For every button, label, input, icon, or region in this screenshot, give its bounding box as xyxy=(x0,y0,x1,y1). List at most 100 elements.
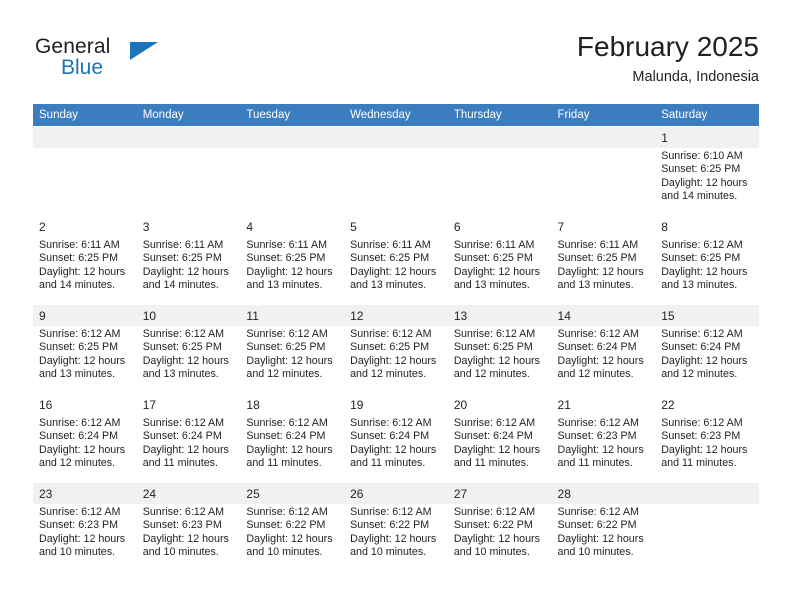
day-sun-info: Sunrise: 6:12 AM Sunset: 6:24 PM Daylight:… xyxy=(137,415,241,471)
calendar-day-cell[interactable]: 5 Sunrise: 6:11 AM Sunset: 6:25 PM Daylight… xyxy=(344,215,448,304)
sunrise-text: Sunrise: 6:11 AM xyxy=(557,239,639,251)
sunrise-text: Sunrise: 6:12 AM xyxy=(39,417,121,429)
daylight-text: Daylight: 12 hours and 13 minutes. xyxy=(350,265,437,292)
day-number: 22 xyxy=(655,394,759,415)
calendar-day-cell[interactable]: 22 Sunrise: 6:12 AM Sunset: 6:23 PM Dayligh… xyxy=(655,393,759,482)
sunset-text: Sunset: 6:25 PM xyxy=(453,252,533,265)
sunrise-text: Sunrise: 6:10 AM xyxy=(661,150,743,162)
day-number: 11 xyxy=(240,305,345,326)
calendar-day-cell[interactable]: 23 Sunrise: 6:12 AM Sunset: 6:23 PM Dayligh… xyxy=(33,482,137,571)
daylight-text: Daylight: 12 hours and 14 minutes. xyxy=(142,265,229,292)
daylight-text: Daylight: 12 hours and 13 minutes. xyxy=(246,265,333,292)
calendar-day-cell[interactable]: 20 Sunrise: 6:12 AM Sunset: 6:24 PM Dayligh… xyxy=(447,393,552,482)
calendar-day-cell[interactable]: 15 Sunrise: 6:12 AM Sunset: 6:24 PM Dayligh… xyxy=(655,304,759,393)
sunset-text: Sunset: 6:25 PM xyxy=(661,252,741,265)
day-sun-info: Sunrise: 6:12 AM Sunset: 6:23 PM Daylight:… xyxy=(33,504,137,560)
day-number: 28 xyxy=(551,483,656,504)
calendar-day-cell[interactable]: 28 Sunrise: 6:12 AM Sunset: 6:22 PM Dayligh… xyxy=(551,482,656,571)
sunrise-text: Sunrise: 6:12 AM xyxy=(350,417,432,429)
sunrise-sunset-calendar: Sunday Monday Tuesday Wednesday Thursday… xyxy=(33,104,759,571)
sunset-text: Sunset: 6:25 PM xyxy=(39,252,119,265)
logo-text-general: General xyxy=(35,35,111,58)
sunrise-text: Sunrise: 6:12 AM xyxy=(246,506,328,518)
calendar-day-cell[interactable]: 9 Sunrise: 6:12 AM Sunset: 6:25 PM Daylight… xyxy=(33,304,137,393)
sunrise-text: Sunrise: 6:12 AM xyxy=(142,417,225,429)
day-number: 4 xyxy=(240,216,345,237)
sunrise-text: Sunrise: 6:12 AM xyxy=(453,506,536,518)
calendar-day-cell[interactable]: 14 Sunrise: 6:12 AM Sunset: 6:24 PM Dayligh… xyxy=(551,304,656,393)
sunrise-text: Sunrise: 6:12 AM xyxy=(246,417,328,429)
day-number: 27 xyxy=(447,483,552,504)
daylight-text: Daylight: 12 hours and 11 minutes. xyxy=(350,443,437,470)
sunset-text: Sunset: 6:24 PM xyxy=(246,430,326,443)
sunset-text: Sunset: 6:24 PM xyxy=(453,430,533,443)
calendar-week-row: 16 Sunrise: 6:12 AM Sunset: 6:24 PM Dayligh… xyxy=(33,393,759,482)
day-sun-info: Sunrise: 6:12 AM Sunset: 6:24 PM Daylight:… xyxy=(552,326,656,382)
calendar-day-cell[interactable]: 2 Sunrise: 6:11 AM Sunset: 6:25 PM Daylight… xyxy=(33,215,137,304)
day-sun-info: Sunrise: 6:12 AM Sunset: 6:25 PM Daylight:… xyxy=(137,326,241,382)
calendar-day-cell[interactable]: 6 Sunrise: 6:11 AM Sunset: 6:25 PM Daylight… xyxy=(447,215,552,304)
daylight-text: Daylight: 12 hours and 12 minutes. xyxy=(661,354,748,381)
sunrise-text: Sunrise: 6:11 AM xyxy=(39,239,120,251)
day-number: 15 xyxy=(655,305,759,326)
weekday-header-saturday: Saturday xyxy=(655,104,759,126)
calendar-day-cell[interactable]: 19 Sunrise: 6:12 AM Sunset: 6:24 PM Dayligh… xyxy=(344,393,448,482)
calendar-day-cell[interactable]: 24 Sunrise: 6:12 AM Sunset: 6:23 PM Dayligh… xyxy=(136,482,241,571)
weekday-header-monday: Monday xyxy=(136,104,241,126)
calendar-week-row: 23 Sunrise: 6:12 AM Sunset: 6:23 PM Dayligh… xyxy=(33,482,759,571)
sunrise-text: Sunrise: 6:12 AM xyxy=(142,328,225,340)
calendar-day-cell[interactable]: 21 Sunrise: 6:12 AM Sunset: 6:23 PM Dayligh… xyxy=(551,393,656,482)
sunrise-text: Sunrise: 6:12 AM xyxy=(661,239,743,251)
title-block: February 2025 Malunda, Indonesia xyxy=(577,30,759,87)
day-sun-info: Sunrise: 6:12 AM Sunset: 6:22 PM Daylight:… xyxy=(344,504,448,560)
sunset-text: Sunset: 6:25 PM xyxy=(142,341,222,354)
calendar-day-cell[interactable]: 18 Sunrise: 6:12 AM Sunset: 6:24 PM Dayligh… xyxy=(240,393,345,482)
calendar-day-cell[interactable]: 25 Sunrise: 6:12 AM Sunset: 6:22 PM Dayligh… xyxy=(240,482,345,571)
daylight-text: Daylight: 12 hours and 13 minutes. xyxy=(557,265,644,292)
calendar-day-cell[interactable]: 17 Sunrise: 6:12 AM Sunset: 6:24 PM Dayligh… xyxy=(136,393,241,482)
sunset-text: Sunset: 6:24 PM xyxy=(661,341,741,354)
calendar-day-cell[interactable]: 7 Sunrise: 6:11 AM Sunset: 6:25 PM Daylight… xyxy=(551,215,656,304)
sunset-text: Sunset: 6:22 PM xyxy=(350,519,430,532)
general-blue-logo[interactable]: General Blue xyxy=(35,36,215,88)
day-number: 25 xyxy=(240,483,345,504)
day-sun-info: Sunrise: 6:11 AM Sunset: 6:25 PM Daylight:… xyxy=(240,237,344,293)
day-sun-info: Sunrise: 6:11 AM Sunset: 6:25 PM Daylight:… xyxy=(33,237,137,293)
day-sun-info: Sunrise: 6:12 AM Sunset: 6:25 PM Daylight:… xyxy=(655,237,759,293)
calendar-day-cell-empty xyxy=(655,482,759,571)
calendar-day-cell[interactable]: 26 Sunrise: 6:12 AM Sunset: 6:22 PM Dayligh… xyxy=(344,482,448,571)
day-sun-info: Sunrise: 6:12 AM Sunset: 6:24 PM Daylight:… xyxy=(344,415,448,471)
sunset-text: Sunset: 6:22 PM xyxy=(557,519,637,532)
sunset-text: Sunset: 6:25 PM xyxy=(557,252,637,265)
day-sun-info: Sunrise: 6:11 AM Sunset: 6:25 PM Daylight:… xyxy=(448,237,552,293)
calendar-day-cell[interactable]: 10 Sunrise: 6:12 AM Sunset: 6:25 PM Dayligh… xyxy=(136,304,241,393)
calendar-day-cell[interactable]: 4 Sunrise: 6:11 AM Sunset: 6:25 PM Daylight… xyxy=(240,215,345,304)
calendar-day-cell[interactable]: 1 Sunrise: 6:10 AM Sunset: 6:25 PM Daylight… xyxy=(655,126,759,215)
daylight-text: Daylight: 12 hours and 10 minutes. xyxy=(453,532,540,559)
day-number: 12 xyxy=(344,305,448,326)
daylight-text: Daylight: 12 hours and 13 minutes. xyxy=(142,354,229,381)
sunrise-text: Sunrise: 6:12 AM xyxy=(39,506,121,518)
calendar-day-cell[interactable]: 16 Sunrise: 6:12 AM Sunset: 6:24 PM Dayligh… xyxy=(33,393,137,482)
calendar-day-cell[interactable]: 11 Sunrise: 6:12 AM Sunset: 6:25 PM Dayligh… xyxy=(240,304,345,393)
day-sun-info: Sunrise: 6:12 AM Sunset: 6:25 PM Daylight:… xyxy=(240,326,344,382)
day-sun-info: Sunrise: 6:11 AM Sunset: 6:25 PM Daylight:… xyxy=(137,237,241,293)
calendar-day-cell[interactable]: 8 Sunrise: 6:12 AM Sunset: 6:25 PM Daylight… xyxy=(655,215,759,304)
sunrise-text: Sunrise: 6:12 AM xyxy=(350,506,432,518)
daylight-text: Daylight: 12 hours and 12 minutes. xyxy=(350,354,437,381)
daylight-text: Daylight: 12 hours and 12 minutes. xyxy=(39,443,126,470)
calendar-day-cell[interactable]: 27 Sunrise: 6:12 AM Sunset: 6:22 PM Dayligh… xyxy=(447,482,552,571)
sunrise-text: Sunrise: 6:12 AM xyxy=(453,417,536,429)
calendar-day-cell[interactable]: 13 Sunrise: 6:12 AM Sunset: 6:25 PM Dayligh… xyxy=(447,304,552,393)
day-number: 10 xyxy=(136,305,241,326)
sunrise-text: Sunrise: 6:12 AM xyxy=(557,506,639,518)
daylight-text: Daylight: 12 hours and 10 minutes. xyxy=(557,532,644,559)
sunset-text: Sunset: 6:22 PM xyxy=(453,519,533,532)
calendar-day-cell[interactable]: 12 Sunrise: 6:12 AM Sunset: 6:25 PM Dayligh… xyxy=(344,304,448,393)
page-header: General Blue February 2025 Malunda, Indo… xyxy=(33,30,759,96)
sunrise-text: Sunrise: 6:12 AM xyxy=(557,328,639,340)
daylight-text: Daylight: 12 hours and 11 minutes. xyxy=(246,443,333,470)
weekday-header-wednesday: Wednesday xyxy=(344,104,448,126)
page-subtitle: Malunda, Indonesia xyxy=(632,69,759,85)
calendar-day-cell[interactable]: 3 Sunrise: 6:11 AM Sunset: 6:25 PM Daylight… xyxy=(136,215,241,304)
